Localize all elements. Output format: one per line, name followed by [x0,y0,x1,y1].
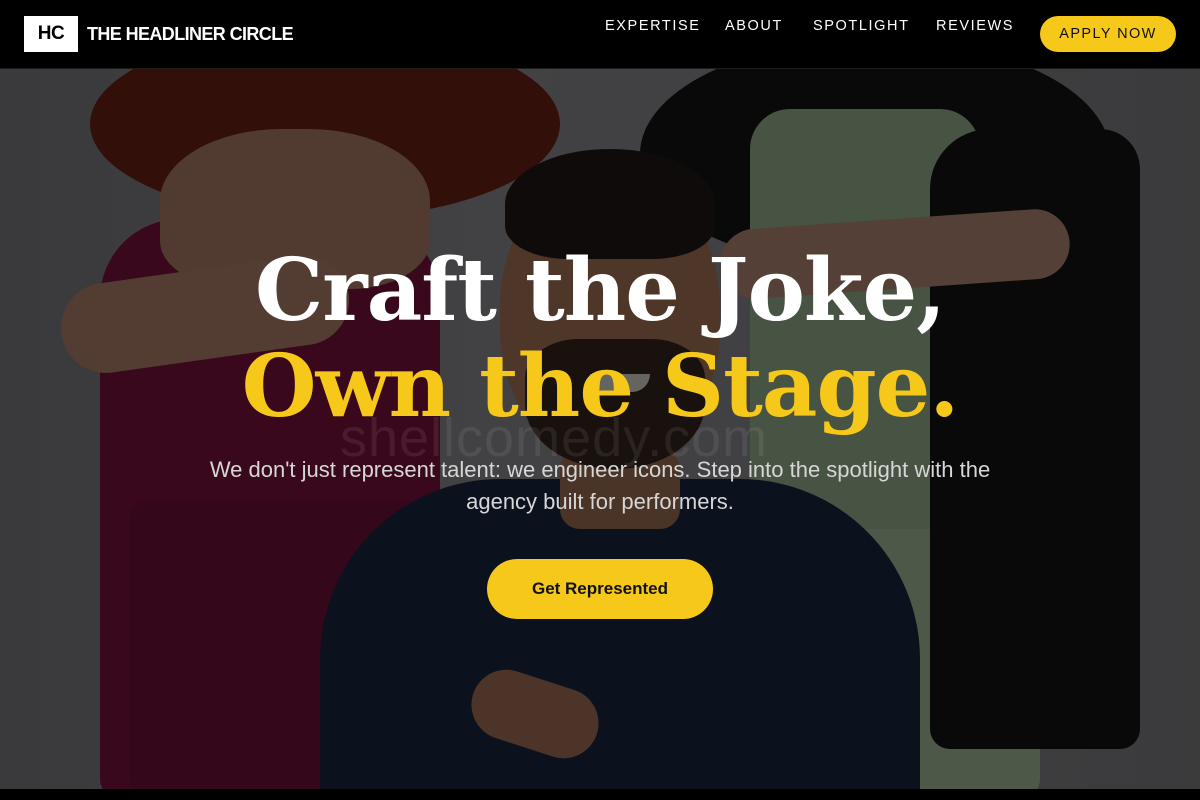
nav-link-about[interactable]: ABOUT [725,17,783,35]
hero-headline-line2: Own the Stage. [241,336,960,437]
get-represented-button[interactable]: Get Represented [487,559,713,619]
bottom-edge [0,789,1200,800]
hero-section: shellcomedy.com Craft the Joke, Own the … [0,69,1200,789]
nav-link-spotlight[interactable]: SPOTLIGHT [813,17,910,35]
brand-name[interactable]: THE HEADLINER CIRCLE [87,23,294,45]
apply-now-button[interactable]: APPLY NOW [1040,16,1176,52]
hero-headline-line1: Craft the Joke, [254,240,946,341]
logo-mark[interactable]: HC [24,16,78,52]
hero-subtitle: We don't just represent talent: we engin… [209,457,991,514]
nav-link-reviews[interactable]: REVIEWS [936,17,1014,35]
site-header: HC THE HEADLINER CIRCLE EXPERTISE ABOUT … [0,0,1200,69]
nav-link-expertise[interactable]: EXPERTISE [605,17,701,35]
